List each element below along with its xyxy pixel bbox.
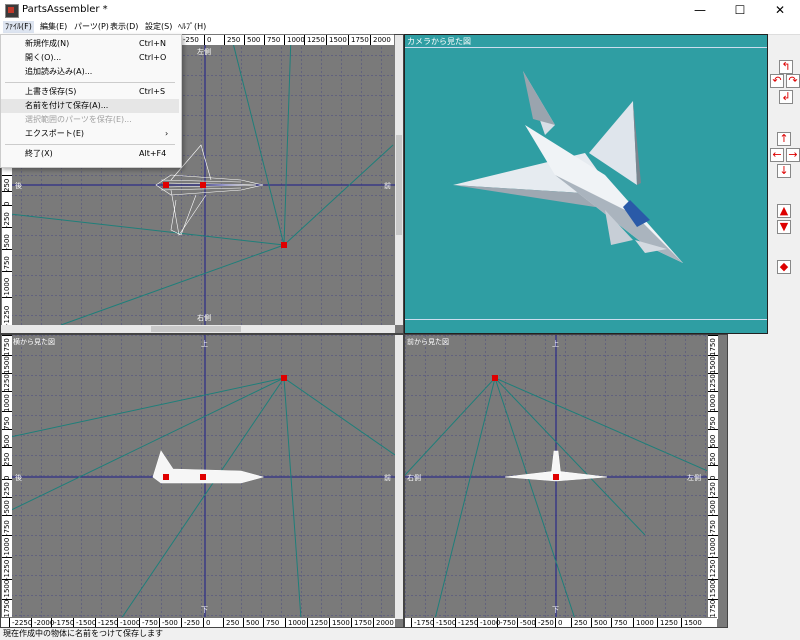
camera-view-title: カメラから見た図	[407, 37, 471, 46]
side-view-label-left: 後	[15, 474, 22, 482]
menu-view[interactable]: 表示(D)	[108, 21, 140, 33]
front-view-ruler-horizontal: -1750 -1500 -1250 -1000 -750 -500 -250 0…	[405, 617, 717, 627]
side-view-title: 横から見た図	[13, 338, 55, 346]
menu-parts[interactable]: パーツ(P)	[72, 21, 111, 33]
reset-view-icon[interactable]: ◆	[777, 260, 791, 274]
move-down-icon[interactable]: ↓	[777, 164, 791, 178]
zoom-in-icon[interactable]: ▲	[777, 204, 791, 218]
camera-marker[interactable]	[281, 375, 287, 381]
rotate-down-icon[interactable]: ↲	[779, 90, 793, 104]
top-view-hscroll[interactable]	[1, 325, 395, 333]
marker-point[interactable]	[163, 182, 169, 188]
front-view-label-bottom: 下	[552, 606, 559, 614]
top-view-label-right: 前	[384, 182, 391, 190]
marker-point[interactable]	[200, 182, 206, 188]
zoom-out-icon[interactable]: ▼	[777, 220, 791, 234]
menu-item-new[interactable]: 新規作成(N) Ctrl+N	[1, 37, 179, 51]
maximize-button[interactable]: ☐	[720, 0, 760, 20]
file-menu-dropdown: 新規作成(N) Ctrl+N 開く(O)... Ctrl+O 追加読み込み(A)..…	[0, 34, 182, 168]
menu-separator	[5, 82, 175, 83]
rotate-left-icon[interactable]: ↶	[770, 74, 784, 88]
move-up-icon[interactable]: ↑	[777, 132, 791, 146]
top-view-ruler-horizontal: -250 0 250 500 750 1000 1250 1500 1750 2…	[180, 34, 394, 45]
rotate-right-icon[interactable]: ↷	[786, 74, 800, 88]
front-view-panel[interactable]: 前から見た図 上 下 右側 左側 1750 1500 1250 1000 750…	[404, 334, 728, 628]
move-left-icon[interactable]: ←	[770, 148, 784, 162]
side-view-label-right: 前	[384, 474, 391, 482]
marker-point[interactable]	[200, 474, 206, 480]
side-view-ruler-vertical: 1750 1500 1250 1000 750 500 250 0 -250 -…	[1, 335, 12, 619]
menu-item-append[interactable]: 追加読み込み(A)...	[1, 65, 179, 79]
menu-item-open[interactable]: 開く(O)... Ctrl+O	[1, 51, 179, 65]
front-view-canvas[interactable]	[405, 335, 717, 619]
front-view-label-right: 左側	[687, 474, 701, 482]
camera-marker[interactable]	[281, 242, 287, 248]
menu-separator	[5, 144, 175, 145]
minimize-button[interactable]: —	[680, 0, 720, 20]
close-button[interactable]: ✕	[760, 0, 800, 20]
menu-item-exit[interactable]: 終了(X) Alt+F4	[1, 147, 179, 161]
menu-help[interactable]: ﾍﾙﾌﾟ(H)	[176, 21, 208, 33]
top-view-label-bottom: 右側	[197, 314, 211, 322]
side-view-label-bottom: 下	[201, 606, 208, 614]
chevron-right-icon: ›	[165, 129, 169, 138]
side-view-canvas[interactable]	[1, 335, 395, 619]
aircraft-3d-render	[453, 71, 683, 263]
rotate-up-icon[interactable]: ↰	[779, 60, 793, 74]
menu-settings[interactable]: 設定(S)	[143, 21, 174, 33]
app-icon	[5, 4, 19, 18]
side-view-vscroll[interactable]	[395, 335, 403, 619]
front-view-title: 前から見た図	[407, 338, 449, 346]
move-right-icon[interactable]: →	[786, 148, 800, 162]
top-view-label-top: 左側	[197, 48, 211, 56]
menu-item-save-selection: 選択範囲のパーツを保存(E)...	[25, 115, 132, 124]
side-view-label-top: 上	[201, 340, 208, 348]
front-view-ruler-vertical: 1750 1500 1250 1000 750 500 250 0 -250 -…	[707, 335, 718, 619]
camera-marker[interactable]	[492, 375, 498, 381]
front-view-label-left: 右側	[407, 474, 421, 482]
marker-point[interactable]	[163, 474, 169, 480]
menu-item-save-as[interactable]: 名前を付けて保存(A)...	[1, 99, 179, 113]
menu-file[interactable]: ﾌｧｲﾙ(F)	[3, 21, 34, 33]
menu-item-save[interactable]: 上書き保存(S) Ctrl+S	[1, 85, 179, 99]
title-bar: PartsAssembler * — ☐ ✕	[0, 0, 800, 20]
menu-bar: ﾌｧｲﾙ(F) 編集(E) パーツ(P) 表示(D) 設定(S) ﾍﾙﾌﾟ(H)	[0, 20, 800, 35]
window-title: PartsAssembler *	[22, 4, 108, 15]
menu-edit[interactable]: 編集(E)	[38, 21, 69, 33]
status-bar: 現在作成中の物体に名前をつけて保存します	[0, 628, 800, 640]
side-view-ruler-horizontal: -2250 -2000 -1750 -1500 -1250 -1000 -750…	[1, 617, 395, 627]
top-view-vscroll[interactable]	[395, 35, 403, 325]
camera-view-panel[interactable]: カメラから見た図	[404, 34, 768, 334]
marker-point[interactable]	[553, 474, 559, 480]
top-view-label-left: 後	[15, 182, 22, 190]
side-view-panel[interactable]: 横から見た図 上 下 後 前 1750 1500 1250 1000 750 5…	[0, 334, 404, 628]
front-view-label-top: 上	[552, 340, 559, 348]
menu-item-export[interactable]: エクスポート(E) ›	[1, 127, 179, 141]
status-text: 現在作成中の物体に名前をつけて保存します	[3, 629, 163, 638]
